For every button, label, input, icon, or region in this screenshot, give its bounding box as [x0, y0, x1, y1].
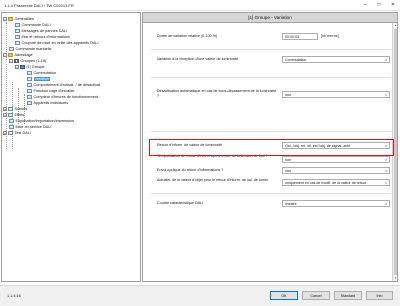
collapse-toggle[interactable]: –: [15, 65, 19, 69]
close-button[interactable]: ✕: [386, 0, 400, 11]
folder-icon: [8, 17, 13, 21]
scroll-up-icon[interactable]: ▴: [393, 23, 398, 28]
maximize-button[interactable]: □: [372, 0, 386, 11]
window-title: 1.1.4 Passerelle DALI / TW C02013 FR: [4, 3, 74, 8]
param-label: Envoi cyclique du retour d'informations …: [157, 168, 224, 172]
highlight-box: [149, 139, 394, 156]
standard-button[interactable]: Standard: [334, 291, 362, 300]
auto-off-select[interactable]: non ▾: [282, 91, 390, 98]
info-button[interactable]: Info: [366, 291, 393, 300]
parameter-tree: – Généralités Commande DALI Messages de p…: [1, 12, 141, 282]
dali-icon: [20, 65, 25, 69]
page-icon: [8, 131, 13, 135]
page-icon: [9, 47, 14, 51]
page-icon: [15, 35, 20, 39]
page-icon: [15, 23, 20, 27]
select-value: Commutation: [285, 58, 307, 62]
minimize-button[interactable]: –: [358, 0, 372, 11]
chevron-down-icon: ▾: [385, 58, 387, 62]
page-icon: [8, 113, 13, 117]
chevron-down-icon: ▾: [385, 93, 387, 97]
title-bar: 1.1.4 Passerelle DALI / TW C02013 FR – □…: [0, 0, 400, 11]
tree-item-appareils-individuels[interactable]: Appareils individuels: [27, 100, 68, 106]
duration-input[interactable]: 00:00:03: [282, 33, 318, 40]
param-label: Durée de variation relative (0-100 %): [157, 34, 218, 38]
unit-label: [hh:mm:ss]: [321, 34, 339, 38]
scroll-thumb[interactable]: [393, 29, 398, 275]
dali-curve-select[interactable]: linéaire ▾: [282, 200, 390, 207]
collapse-toggle[interactable]: –: [9, 59, 13, 63]
page-icon: [15, 29, 20, 33]
select-value: non: [285, 169, 291, 173]
status-bar: 1.1.4:16 OK Cancel Standard Info: [0, 285, 400, 306]
page-icon: [27, 89, 32, 93]
cyclic-send-select[interactable]: non ▾: [282, 167, 390, 174]
variation-select[interactable]: Commutation ▾: [282, 56, 390, 63]
chevron-down-icon: ▾: [385, 202, 387, 206]
grid-icon: [14, 59, 19, 63]
object-update-select[interactable]: uniquement en cas de modif. de la valeur…: [282, 179, 390, 186]
chevron-down-icon: ▾: [385, 158, 387, 162]
panel-title: [1] Groupe - Variation: [248, 15, 292, 20]
expand-toggle[interactable]: +: [3, 107, 7, 111]
page-icon: [27, 77, 32, 81]
page-icon: [9, 119, 14, 123]
page-icon: [27, 95, 32, 99]
param-label: Courbe caractéristique DALI: [157, 201, 204, 205]
collapse-toggle[interactable]: –: [3, 53, 7, 57]
folder-icon: [8, 53, 13, 57]
cancel-button[interactable]: Cancel: [302, 291, 330, 300]
scroll-down-icon[interactable]: ▾: [393, 276, 398, 281]
page-icon: [15, 41, 20, 45]
panel-header: [1] Groupe - Variation: [142, 12, 398, 22]
status-text: 1.1.4:16: [7, 294, 21, 298]
param-label: Variation à la réception d'une valeur de…: [157, 57, 239, 61]
page-icon: [27, 83, 32, 87]
ok-button[interactable]: OK: [270, 291, 298, 300]
page-icon: [27, 101, 32, 105]
select-value: linéaire: [285, 202, 297, 206]
expand-toggle[interactable]: +: [3, 131, 7, 135]
chevron-down-icon: ▾: [385, 181, 387, 185]
expand-toggle[interactable]: +: [3, 113, 7, 117]
select-value: non: [285, 93, 291, 97]
param-label: Actualis. de la valeur d'objet pour le r…: [157, 178, 269, 182]
chevron-down-icon: ▾: [385, 169, 387, 173]
tree-item-test-dali[interactable]: + Test DALI: [3, 130, 31, 136]
select-value: non: [285, 158, 291, 162]
param-label: Désactivation automatique en cas de sous…: [157, 89, 277, 98]
feedback-delay-select[interactable]: non ▾: [282, 156, 390, 163]
select-value: uniquement en cas de modif. de la valeur…: [285, 181, 367, 185]
page-icon: [9, 125, 14, 129]
page-icon: [27, 71, 32, 75]
collapse-toggle[interactable]: –: [3, 17, 7, 21]
page-icon: [8, 107, 13, 111]
